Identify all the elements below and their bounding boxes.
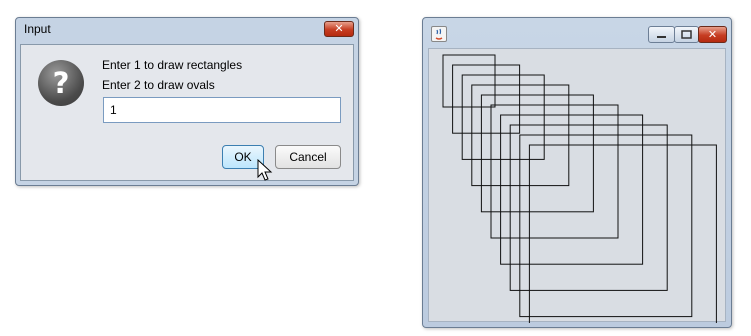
drawn-rectangle [500,114,644,265]
question-icon: ? [38,60,84,106]
dialog-titlebar[interactable]: Input ✕ [20,18,354,44]
drawn-rectangle [442,54,496,108]
drawn-rectangle [528,144,717,323]
drawn-rectangle [461,74,545,160]
message-line-1: Enter 1 to draw rectangles [102,58,243,72]
drawing-window: ✕ [422,17,732,328]
dialog-close-button[interactable]: ✕ [324,21,354,37]
window-close-button[interactable]: ✕ [698,26,727,43]
window-titlebar[interactable]: ✕ [423,18,731,48]
maximize-button[interactable] [674,26,699,43]
dialog-title: Input [24,22,51,36]
choice-input[interactable] [103,97,341,123]
java-icon [431,26,447,42]
input-dialog: Input ✕ ? Enter 1 to draw rectangles Ent… [15,17,359,186]
cancel-button[interactable]: Cancel [275,145,341,169]
drawing-canvas [428,48,726,323]
rectangles-drawing [442,54,717,323]
drawn-rectangle [519,134,693,318]
drawn-rectangle [509,124,668,291]
minimize-button[interactable] [648,26,675,43]
drawn-rectangle [480,94,594,213]
mouse-cursor-icon [257,159,273,181]
dialog-content: ? Enter 1 to draw rectangles Enter 2 to … [20,44,354,181]
message-line-2: Enter 2 to draw ovals [102,78,215,92]
